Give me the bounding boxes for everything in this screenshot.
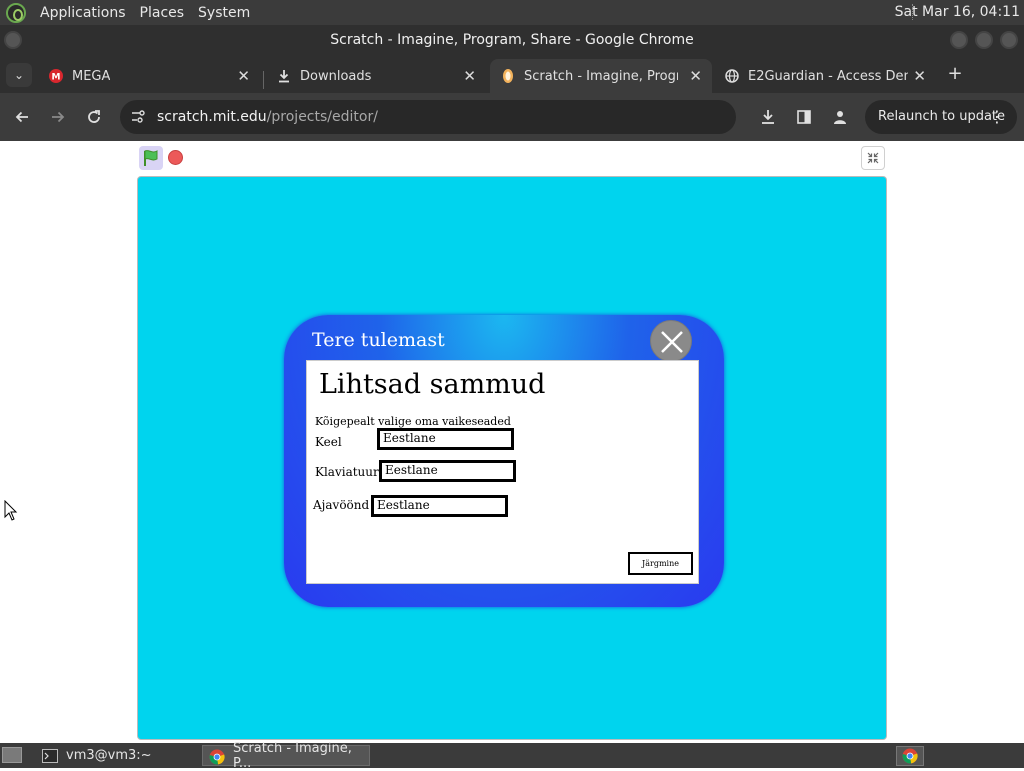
distro-logo-icon[interactable] (6, 2, 26, 23)
task-label: vm3@vm3:~ (66, 748, 152, 763)
timezone-field[interactable]: Eestlane (371, 495, 508, 517)
chrome-menu-icon[interactable]: ⋮ (989, 100, 1005, 134)
address-bar[interactable]: scratch.mit.edu/projects/editor/ (120, 100, 736, 134)
task-terminal[interactable]: vm3@vm3:~ (36, 745, 200, 766)
tab-scratch[interactable]: Scratch - Imagine, Program ✕ (490, 59, 712, 93)
tab-title: Scratch - Imagine, Program (524, 68, 678, 84)
task-chrome[interactable]: Scratch - Imagine, P... (202, 741, 370, 771)
svg-text:M: M (52, 73, 61, 83)
url-host: scratch.mit.edu (157, 109, 267, 125)
relaunch-label: Relaunch to update (878, 109, 1006, 124)
window-titlebar[interactable]: Scratch - Imagine, Program, Share - Goog… (0, 25, 1024, 55)
close-icon[interactable]: ✕ (689, 67, 702, 85)
downloads-toolbar-icon[interactable] (756, 105, 780, 129)
close-icon[interactable]: ✕ (237, 67, 250, 85)
tab-title: E2Guardian - Access Denie (748, 68, 908, 84)
chrome-icon (209, 749, 225, 764)
tab-strip: M MEGA ✕ Downloads ✕ Scratch - Imagine, … (0, 55, 1024, 93)
tray-chrome-icon[interactable] (896, 746, 924, 766)
language-label: Keel (315, 435, 342, 449)
top-panel: Applications Places System Sat Mar 16, 0… (0, 0, 1024, 25)
workspace-switcher[interactable] (928, 746, 1024, 766)
reload-icon[interactable] (82, 105, 106, 129)
url-path: /projects/editor/ (266, 109, 378, 125)
panel-clock[interactable]: Sat Mar 16, 04:11 (895, 4, 1020, 20)
dialog-heading: Lihtsad sammud (319, 369, 546, 400)
applications-menu[interactable]: Applications (40, 5, 126, 21)
terminal-icon (42, 748, 58, 763)
taskbar: vm3@vm3:~ Scratch - Imagine, P... (0, 741, 1024, 771)
close-icon[interactable]: ✕ (463, 67, 476, 85)
tab-title: Downloads (300, 68, 372, 84)
show-desktop-icon[interactable] (2, 747, 22, 763)
scratch-icon (500, 68, 516, 84)
green-flag-icon[interactable] (139, 146, 163, 170)
globe-icon (724, 68, 740, 84)
tab-mega[interactable]: M MEGA ✕ (38, 59, 260, 93)
minimize-icon[interactable] (950, 31, 968, 49)
stop-icon[interactable] (168, 150, 183, 165)
mouse-cursor-icon (4, 500, 18, 521)
close-icon[interactable]: ✕ (913, 67, 926, 85)
dialog-instruction: Kõigepealt valige oma vaikeseaded (315, 415, 511, 428)
mega-icon: M (48, 68, 64, 84)
keyboard-field[interactable]: Eestlane (379, 460, 516, 482)
next-button[interactable]: Järgmine (628, 552, 693, 575)
welcome-dialog: Tere tulemast Lihtsad sammud Kõigepealt … (284, 315, 724, 607)
timezone-label: Ajavöönd (313, 498, 370, 512)
language-field[interactable]: Eestlane (377, 428, 514, 450)
new-tab-icon[interactable]: + (944, 63, 966, 85)
window-menu-icon[interactable] (4, 31, 22, 49)
tab-title: MEGA (72, 68, 111, 84)
relaunch-button[interactable]: Relaunch to update ⋮ (865, 100, 1017, 134)
keyboard-label: Klaviatuur (315, 465, 379, 479)
task-label: Scratch - Imagine, P... (233, 740, 352, 771)
tab-search-chevron-icon[interactable]: ⌄ (6, 63, 32, 87)
forward-icon[interactable] (46, 105, 70, 129)
url-text[interactable]: scratch.mit.edu/projects/editor/ (157, 109, 378, 125)
profile-icon[interactable] (828, 105, 852, 129)
close-window-icon[interactable] (1000, 31, 1018, 49)
places-menu[interactable]: Places (140, 5, 185, 21)
dialog-title: Tere tulemast (312, 329, 445, 351)
exit-fullscreen-icon[interactable] (861, 146, 885, 170)
tab-e2guardian[interactable]: E2Guardian - Access Denie ✕ (714, 59, 936, 93)
tab-divider (263, 71, 264, 89)
back-icon[interactable] (10, 105, 34, 129)
site-info-icon[interactable] (130, 109, 146, 125)
close-icon[interactable] (650, 320, 692, 362)
tab-downloads[interactable]: Downloads ✕ (266, 59, 486, 93)
window-title: Scratch - Imagine, Program, Share - Goog… (330, 32, 694, 48)
side-panel-icon[interactable] (792, 105, 816, 129)
dialog-panel: Lihtsad sammud Kõigepealt valige oma vai… (306, 360, 699, 584)
maximize-icon[interactable] (975, 31, 993, 49)
download-icon (276, 68, 292, 84)
scratch-stage[interactable]: Tere tulemast Lihtsad sammud Kõigepealt … (137, 176, 887, 740)
system-menu[interactable]: System (198, 5, 250, 21)
